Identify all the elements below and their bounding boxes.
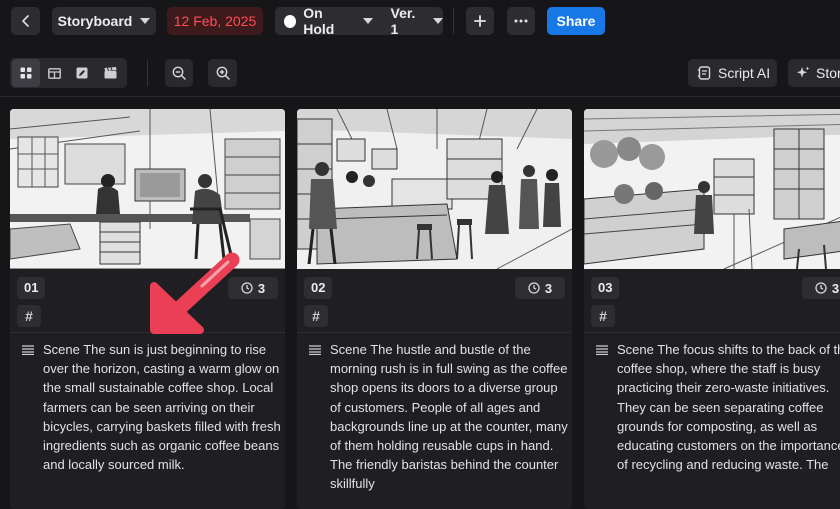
clapper-view-button[interactable] xyxy=(96,59,124,87)
scene-description[interactable]: Scene The hustle and bustle of the morni… xyxy=(330,340,568,494)
text-lines-icon xyxy=(309,345,321,355)
version-label: Ver. 1 xyxy=(390,5,416,37)
divider xyxy=(147,60,148,86)
clock-icon xyxy=(241,282,253,294)
status-label: On Hold xyxy=(303,5,335,37)
status-dot-icon xyxy=(284,14,297,28)
scene-duration-value: 3 xyxy=(831,280,840,296)
add-button[interactable] xyxy=(466,7,494,35)
scene-description[interactable]: Scene The focus shifts to the back of th… xyxy=(617,340,840,474)
clock-icon xyxy=(815,282,827,294)
tag-button[interactable]: # xyxy=(591,305,615,327)
zoom-out-icon xyxy=(172,66,186,80)
scene-card[interactable]: 03 3 # Scene The focus shifts to the bac… xyxy=(584,109,840,509)
coffee-shop-back-sketch-image xyxy=(584,109,840,269)
more-button[interactable] xyxy=(507,7,535,35)
scene-duration-value: 3 xyxy=(257,280,266,296)
scene-duration[interactable]: 3 xyxy=(515,277,565,299)
pencil-square-icon xyxy=(76,67,88,79)
status-version-group[interactable]: On Hold Ver. 1 xyxy=(275,5,443,37)
scene-number: 03 xyxy=(591,277,620,299)
scene-duration-value: 3 xyxy=(544,280,553,296)
share-button-label: Share xyxy=(556,13,596,29)
script-ai-label: Script AI xyxy=(718,65,771,81)
more-horizontal-icon xyxy=(514,19,528,23)
scene-image[interactable] xyxy=(10,109,285,269)
share-button[interactable]: Share xyxy=(547,7,605,35)
clock-icon xyxy=(528,282,540,294)
divider xyxy=(453,8,454,34)
view-dropdown-label: Storyboard xyxy=(57,13,133,29)
view-dropdown[interactable]: Storyboard xyxy=(52,7,156,35)
text-lines-icon xyxy=(596,345,608,355)
table-view-button[interactable] xyxy=(40,59,68,87)
scene-description[interactable]: Scene The sun is just beginning to rise … xyxy=(43,340,281,474)
date-badge[interactable]: 12 Feb, 2025 xyxy=(167,7,263,35)
caret-down-icon xyxy=(362,18,373,24)
sparkle-icon xyxy=(797,66,810,78)
story-ai-button[interactable]: Stor xyxy=(788,59,840,87)
chevron-left-icon xyxy=(21,15,29,27)
plus-icon xyxy=(474,15,486,27)
divider xyxy=(584,332,840,333)
zoom-in-button[interactable] xyxy=(208,59,237,87)
scene-number: 01 xyxy=(17,277,46,299)
divider xyxy=(10,332,285,333)
tag-button[interactable]: # xyxy=(17,305,41,327)
caret-down-icon xyxy=(140,18,151,24)
script-ai-button[interactable]: Script AI xyxy=(688,59,777,87)
scene-duration[interactable]: 3 xyxy=(802,277,840,299)
back-button[interactable] xyxy=(11,7,40,35)
sketch-view-button[interactable] xyxy=(68,59,96,87)
caret-down-icon xyxy=(433,18,443,24)
text-lines-icon xyxy=(22,345,34,355)
date-label: 12 Feb, 2025 xyxy=(173,13,257,29)
story-ai-label: Stor xyxy=(816,65,840,81)
office-sketch-image xyxy=(10,109,285,269)
view-mode-group xyxy=(10,58,127,88)
divider xyxy=(297,332,572,333)
scene-image[interactable] xyxy=(584,109,840,269)
scene-number: 02 xyxy=(304,277,333,299)
table-icon xyxy=(47,67,61,79)
clapperboard-icon xyxy=(104,67,116,79)
scene-card[interactable]: 01 3 # Scene The sun is just beginning t… xyxy=(10,109,285,509)
top-bar: Storyboard 12 Feb, 2025 On Hold Ver. 1 S… xyxy=(0,0,840,44)
coffee-shop-sketch-image xyxy=(297,109,572,269)
scene-card[interactable]: 02 3 # Scene The hustle and bustle of th… xyxy=(297,109,572,509)
zoom-in-icon xyxy=(216,66,230,80)
zoom-out-button[interactable] xyxy=(165,59,193,87)
script-icon xyxy=(697,66,711,80)
toolbar-divider xyxy=(0,96,840,97)
tag-button[interactable]: # xyxy=(304,305,328,327)
grid-icon xyxy=(20,67,32,79)
grid-view-button[interactable] xyxy=(12,59,40,87)
scene-image[interactable] xyxy=(297,109,572,269)
scene-duration[interactable]: 3 xyxy=(228,277,278,299)
